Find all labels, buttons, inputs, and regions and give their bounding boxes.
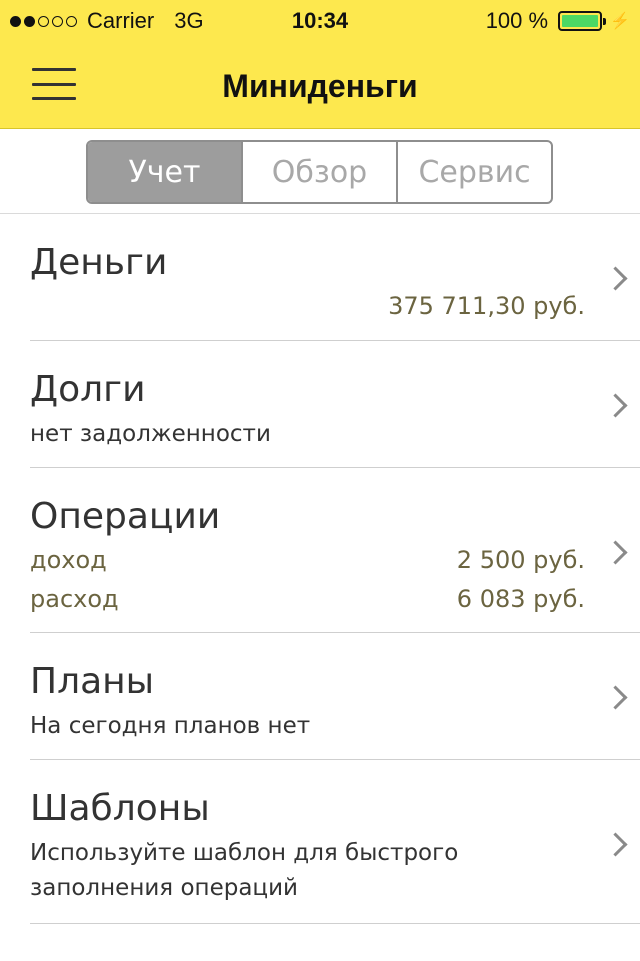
list-item-templates[interactable]: Шаблоны Используйте шаблон для быстрого … [0,760,640,924]
income-label: доход [30,546,107,574]
income-amount: 2 500 руб. [456,546,585,574]
chevron-right-icon [603,685,628,710]
top-bar: Carrier 3G 10:34 100 % ⚡ Миниденьги [0,0,640,129]
templates-subtitle-line1: Используйте шаблон для быстрого [30,840,459,866]
expense-label: расход [30,585,119,613]
chevron-right-icon [603,832,628,857]
page-title: Миниденьги [222,68,418,104]
chevron-right-icon [603,393,628,418]
list-item-debts[interactable]: Долги нет задолженности [0,341,640,468]
chevron-right-icon [603,266,628,291]
templates-title: Шаблоны [30,788,210,829]
list-item-operations[interactable]: Операции доход 2 500 руб. расход 6 083 р… [0,468,640,633]
expense-amount: 6 083 руб. [456,585,585,613]
segment-bar: Учет Обзор Сервис [0,129,640,214]
battery-icon [558,11,607,31]
list-item-money[interactable]: Деньги 375 711,30 руб. [0,214,640,341]
list-item-plans[interactable]: Планы На сегодня планов нет [0,633,640,760]
tab-accounting[interactable]: Учет [88,142,241,202]
operations-title: Операции [30,496,221,537]
lightning-icon: ⚡ [610,13,630,30]
segmented-control: Учет Обзор Сервис [86,140,553,204]
chevron-right-icon [603,540,628,565]
money-amount: 375 711,30 руб. [388,292,585,320]
status-bar: Carrier 3G 10:34 100 % ⚡ [0,0,640,40]
debts-subtitle: нет задолженности [30,421,271,447]
tab-service[interactable]: Сервис [396,142,551,202]
divider [30,923,640,924]
tab-overview[interactable]: Обзор [241,142,396,202]
battery-percent: 100 % [485,8,549,33]
plans-subtitle: На сегодня планов нет [30,713,311,739]
plans-title: Планы [30,661,155,702]
status-right: 100 % ⚡ [486,8,630,34]
debts-title: Долги [30,369,146,410]
money-title: Деньги [30,242,168,283]
templates-subtitle-line2: заполнения операций [30,875,298,901]
